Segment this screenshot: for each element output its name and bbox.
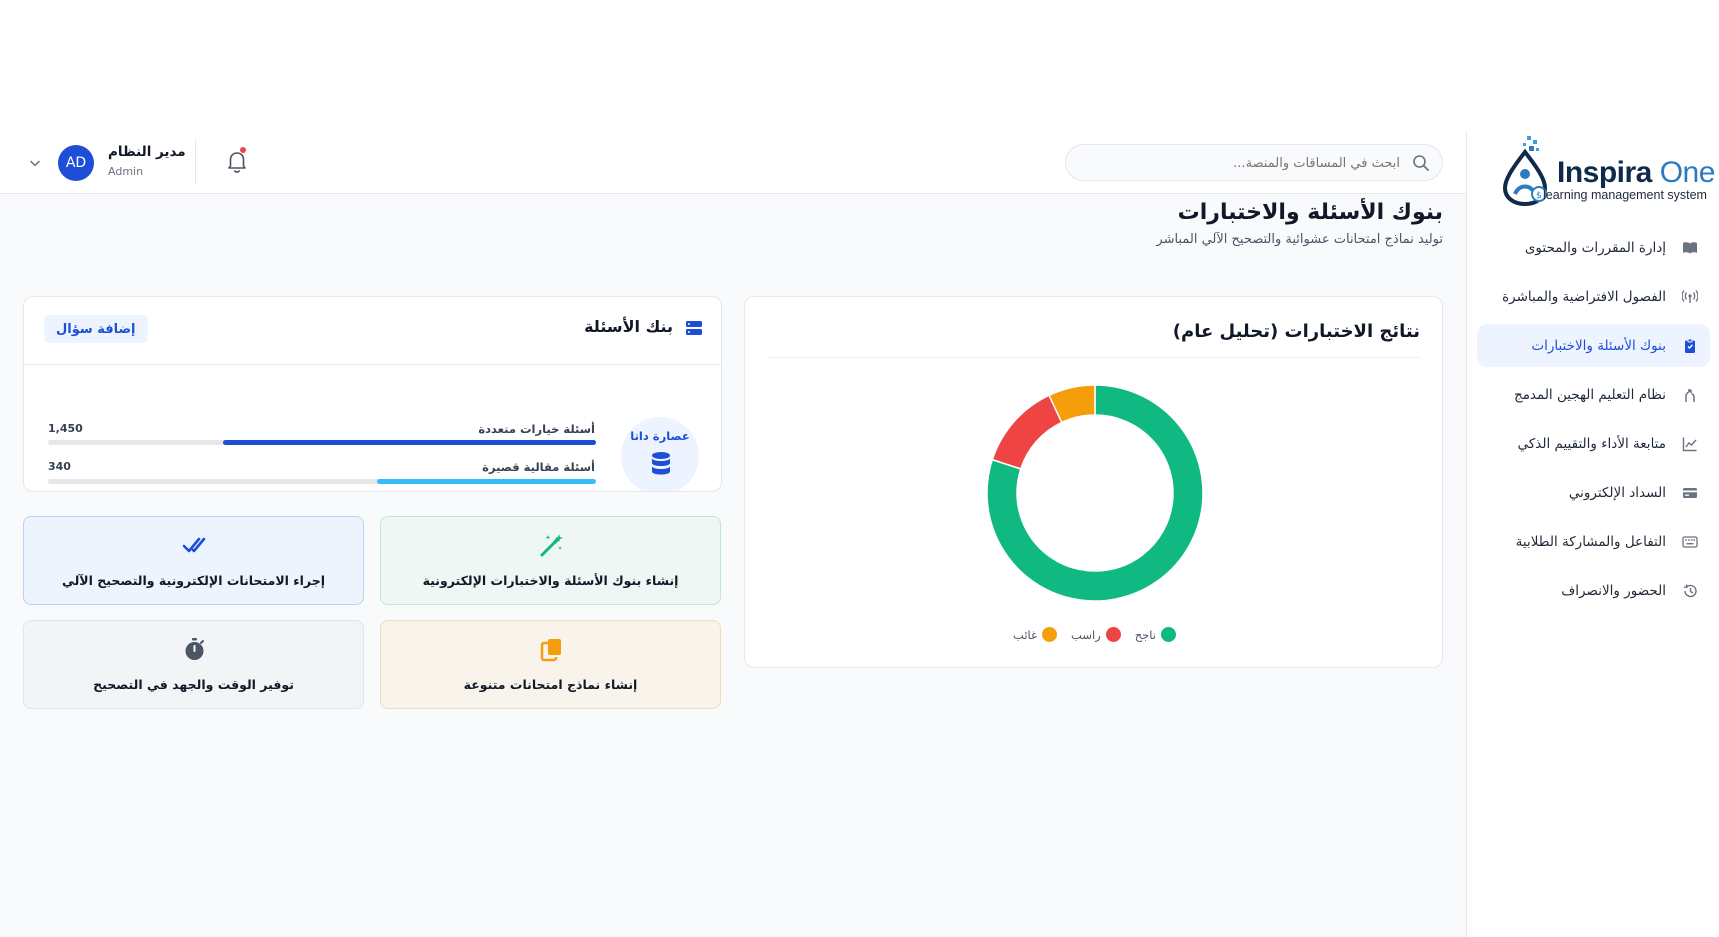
question-bank-header: بنك الأسئلة إضافة سؤال bbox=[24, 297, 721, 365]
legend-dot-absent bbox=[1042, 627, 1058, 642]
legend-dot-failed bbox=[1105, 627, 1121, 642]
credit-card-icon bbox=[1682, 485, 1698, 501]
user-role: Admin bbox=[108, 165, 144, 178]
stat-value-mcq: 1,450 bbox=[48, 422, 83, 435]
legend-label-absent: غائب bbox=[1013, 627, 1038, 642]
stat-value-essay: 340 bbox=[48, 460, 71, 473]
sidebar-item-attendance[interactable]: الحضور والانصراف bbox=[1477, 569, 1710, 612]
sidebar-item-courses[interactable]: إدارة المقررات والمحتوى bbox=[1477, 226, 1710, 269]
brand-tagline: learning management system bbox=[1543, 188, 1707, 202]
sidebar-item-student-engagement[interactable]: التفاعل والمشاركة الطلابية bbox=[1477, 520, 1710, 563]
broadcast-icon bbox=[1682, 289, 1698, 305]
chart-legend: ناجح راسب غائب bbox=[745, 627, 1444, 642]
sidebar-item-label: إدارة المقررات والمحتوى bbox=[1524, 239, 1666, 256]
page-title: بنوك الأسئلة والاختبارات bbox=[1177, 200, 1443, 225]
stopwatch-icon bbox=[182, 637, 207, 662]
sidebar-item-label: الحضور والانصراف bbox=[1561, 582, 1666, 599]
header-divider bbox=[195, 139, 196, 185]
sidebar-item-virtual-classes[interactable]: الفصول الافتراضية والمباشرة bbox=[1477, 275, 1710, 318]
double-check-icon bbox=[182, 533, 207, 558]
svg-text:$: $ bbox=[1536, 191, 1542, 201]
sidebar-item-label: التفاعل والمشاركة الطلابية bbox=[1515, 533, 1666, 550]
feature-label: إنشاء بنوك الأسئلة والاختبارات الإلكترون… bbox=[422, 573, 679, 588]
feature-save-time[interactable]: توفير الوقت والجهد في التصحيح bbox=[23, 620, 364, 709]
feature-auto-grading[interactable]: إجراء الامتحانات الإلكترونية والتصحيح ال… bbox=[23, 516, 364, 605]
stat-bar-fill-essay bbox=[376, 479, 596, 484]
search-box[interactable] bbox=[1065, 144, 1443, 181]
data-source-label: عصارة داتا bbox=[630, 429, 690, 443]
search-input[interactable] bbox=[1080, 153, 1400, 173]
chart-line-icon bbox=[1682, 436, 1698, 452]
stat-label-mcq: أسئلة خيارات متعددة bbox=[478, 422, 595, 436]
feature-label: إجراء الامتحانات الإلكترونية والتصحيح ال… bbox=[61, 573, 326, 588]
sidebar-item-question-banks[interactable]: بنوك الأسئلة والاختبارات bbox=[1477, 324, 1710, 367]
stat-label-essay: أسئلة مقالية قصيرة bbox=[482, 460, 595, 474]
brand-name: Inspira One bbox=[1557, 156, 1715, 189]
book-icon bbox=[1682, 240, 1698, 256]
bell-icon[interactable] bbox=[224, 148, 250, 174]
legend-dot-passed bbox=[1160, 627, 1176, 642]
keyboard-icon bbox=[1682, 534, 1698, 550]
legend-item-absent[interactable]: غائب bbox=[1013, 627, 1058, 642]
results-divider bbox=[767, 357, 1420, 358]
results-title: نتائج الاختبارات (تحليل عام) bbox=[1172, 321, 1420, 342]
question-bank-card: بنك الأسئلة إضافة سؤال عصارة داتا أسئلة … bbox=[23, 296, 722, 492]
sidebar-item-performance[interactable]: متابعة الأداء والتقييم الذكي bbox=[1477, 422, 1710, 465]
copy-icon bbox=[539, 637, 564, 662]
notification-dot bbox=[240, 147, 246, 153]
sidebar-nav: إدارة المقررات والمحتوى الفصول الافتراضي… bbox=[1477, 226, 1710, 618]
history-icon bbox=[1682, 583, 1698, 599]
sidebar-item-label: نظام التعليم الهجين المدمج bbox=[1513, 386, 1666, 403]
feature-label: إنشاء نماذج امتحانات متنوعة bbox=[463, 677, 638, 692]
feature-varied-exams[interactable]: إنشاء نماذج امتحانات متنوعة bbox=[380, 620, 721, 709]
sidebar-item-label: الفصول الافتراضية والمباشرة bbox=[1502, 288, 1666, 305]
sidebar-item-label: السداد الإلكتروني bbox=[1568, 484, 1666, 501]
sidebar-item-label: متابعة الأداء والتقييم الذكي bbox=[1517, 435, 1666, 452]
sidebar-item-e-payment[interactable]: السداد الإلكتروني bbox=[1477, 471, 1710, 514]
feature-label: توفير الوقت والجهد في التصحيح bbox=[93, 677, 294, 692]
sidebar-item-hybrid-learning[interactable]: نظام التعليم الهجين المدمج bbox=[1477, 373, 1710, 416]
question-bank-title: بنك الأسئلة bbox=[584, 317, 673, 336]
top-header: مدير النظام Admin AD bbox=[0, 132, 1466, 194]
avatar[interactable]: AD bbox=[58, 145, 94, 181]
results-donut-chart bbox=[986, 384, 1204, 602]
merge-icon bbox=[1682, 387, 1698, 403]
magic-wand-icon bbox=[539, 533, 564, 558]
data-source-badge[interactable]: عصارة داتا bbox=[621, 417, 699, 491]
stat-bar-mcq bbox=[48, 440, 596, 445]
stat-bar-fill-mcq bbox=[223, 440, 596, 445]
legend-label-failed: راسب bbox=[1071, 627, 1101, 642]
legend-item-failed[interactable]: راسب bbox=[1071, 627, 1121, 642]
feature-create-banks[interactable]: إنشاء بنوك الأسئلة والاختبارات الإلكترون… bbox=[380, 516, 721, 605]
user-name[interactable]: مدير النظام bbox=[108, 144, 186, 160]
donut-slice-failed[interactable] bbox=[991, 394, 1063, 470]
server-icon bbox=[685, 319, 703, 337]
add-question-button[interactable]: إضافة سؤال bbox=[44, 315, 148, 343]
results-card: نتائج الاختبارات (تحليل عام) ناجح راسب غ… bbox=[744, 296, 1443, 668]
sidebar-item-label: بنوك الأسئلة والاختبارات bbox=[1531, 337, 1666, 354]
chevron-down-icon[interactable] bbox=[28, 155, 42, 169]
stat-bar-essay bbox=[48, 479, 596, 484]
clipboard-icon bbox=[1682, 338, 1698, 354]
legend-item-passed[interactable]: ناجح bbox=[1135, 627, 1176, 642]
brand-logo[interactable]: $ Inspira One learning management system bbox=[1467, 132, 1719, 222]
page-subtitle: توليد نماذج امتحانات عشوائية والتصحيح ال… bbox=[1156, 232, 1443, 247]
legend-label-passed: ناجح bbox=[1134, 627, 1156, 642]
app-shell: $ Inspira One learning management system… bbox=[0, 132, 1719, 937]
database-icon bbox=[650, 451, 672, 477]
sidebar: $ Inspira One learning management system… bbox=[1466, 132, 1719, 937]
search-icon[interactable] bbox=[1412, 154, 1430, 172]
